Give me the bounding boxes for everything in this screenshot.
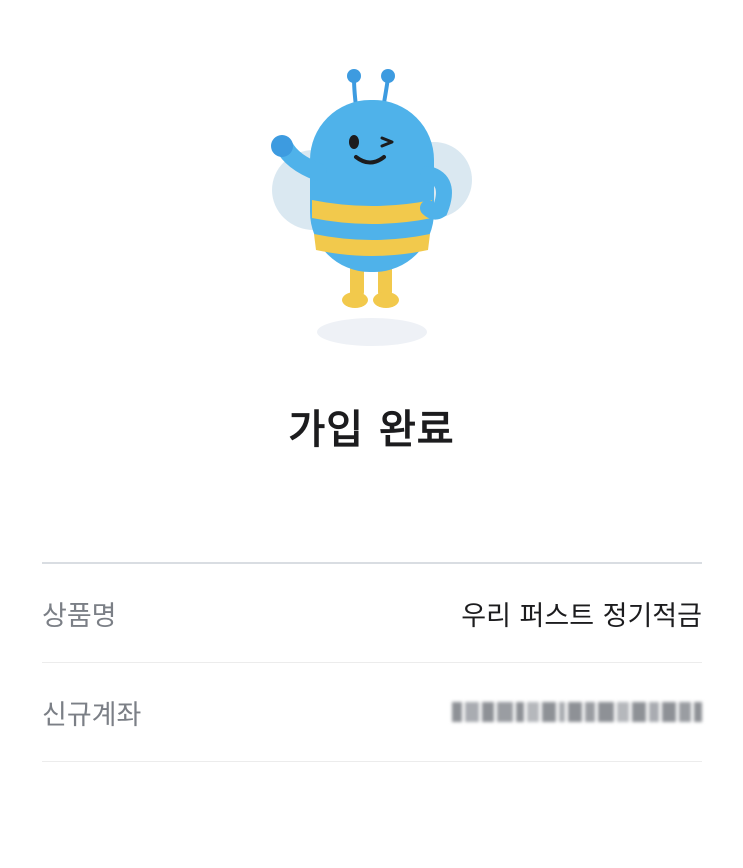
detail-list: 상품명 우리 퍼스트 정기적금 신규계좌 [42, 562, 702, 762]
masked-account-number [449, 697, 702, 727]
product-name-value: 우리 퍼스트 정기적금 [461, 600, 702, 632]
bee-mascot-icon [262, 62, 482, 362]
detail-row-account: 신규계좌 [42, 663, 702, 762]
detail-row-product: 상품명 우리 퍼스트 정기적금 [42, 564, 702, 663]
new-account-label: 신규계좌 [42, 699, 142, 731]
page-title: 가입 완료 [288, 407, 455, 453]
product-name-label: 상품명 [42, 600, 117, 632]
